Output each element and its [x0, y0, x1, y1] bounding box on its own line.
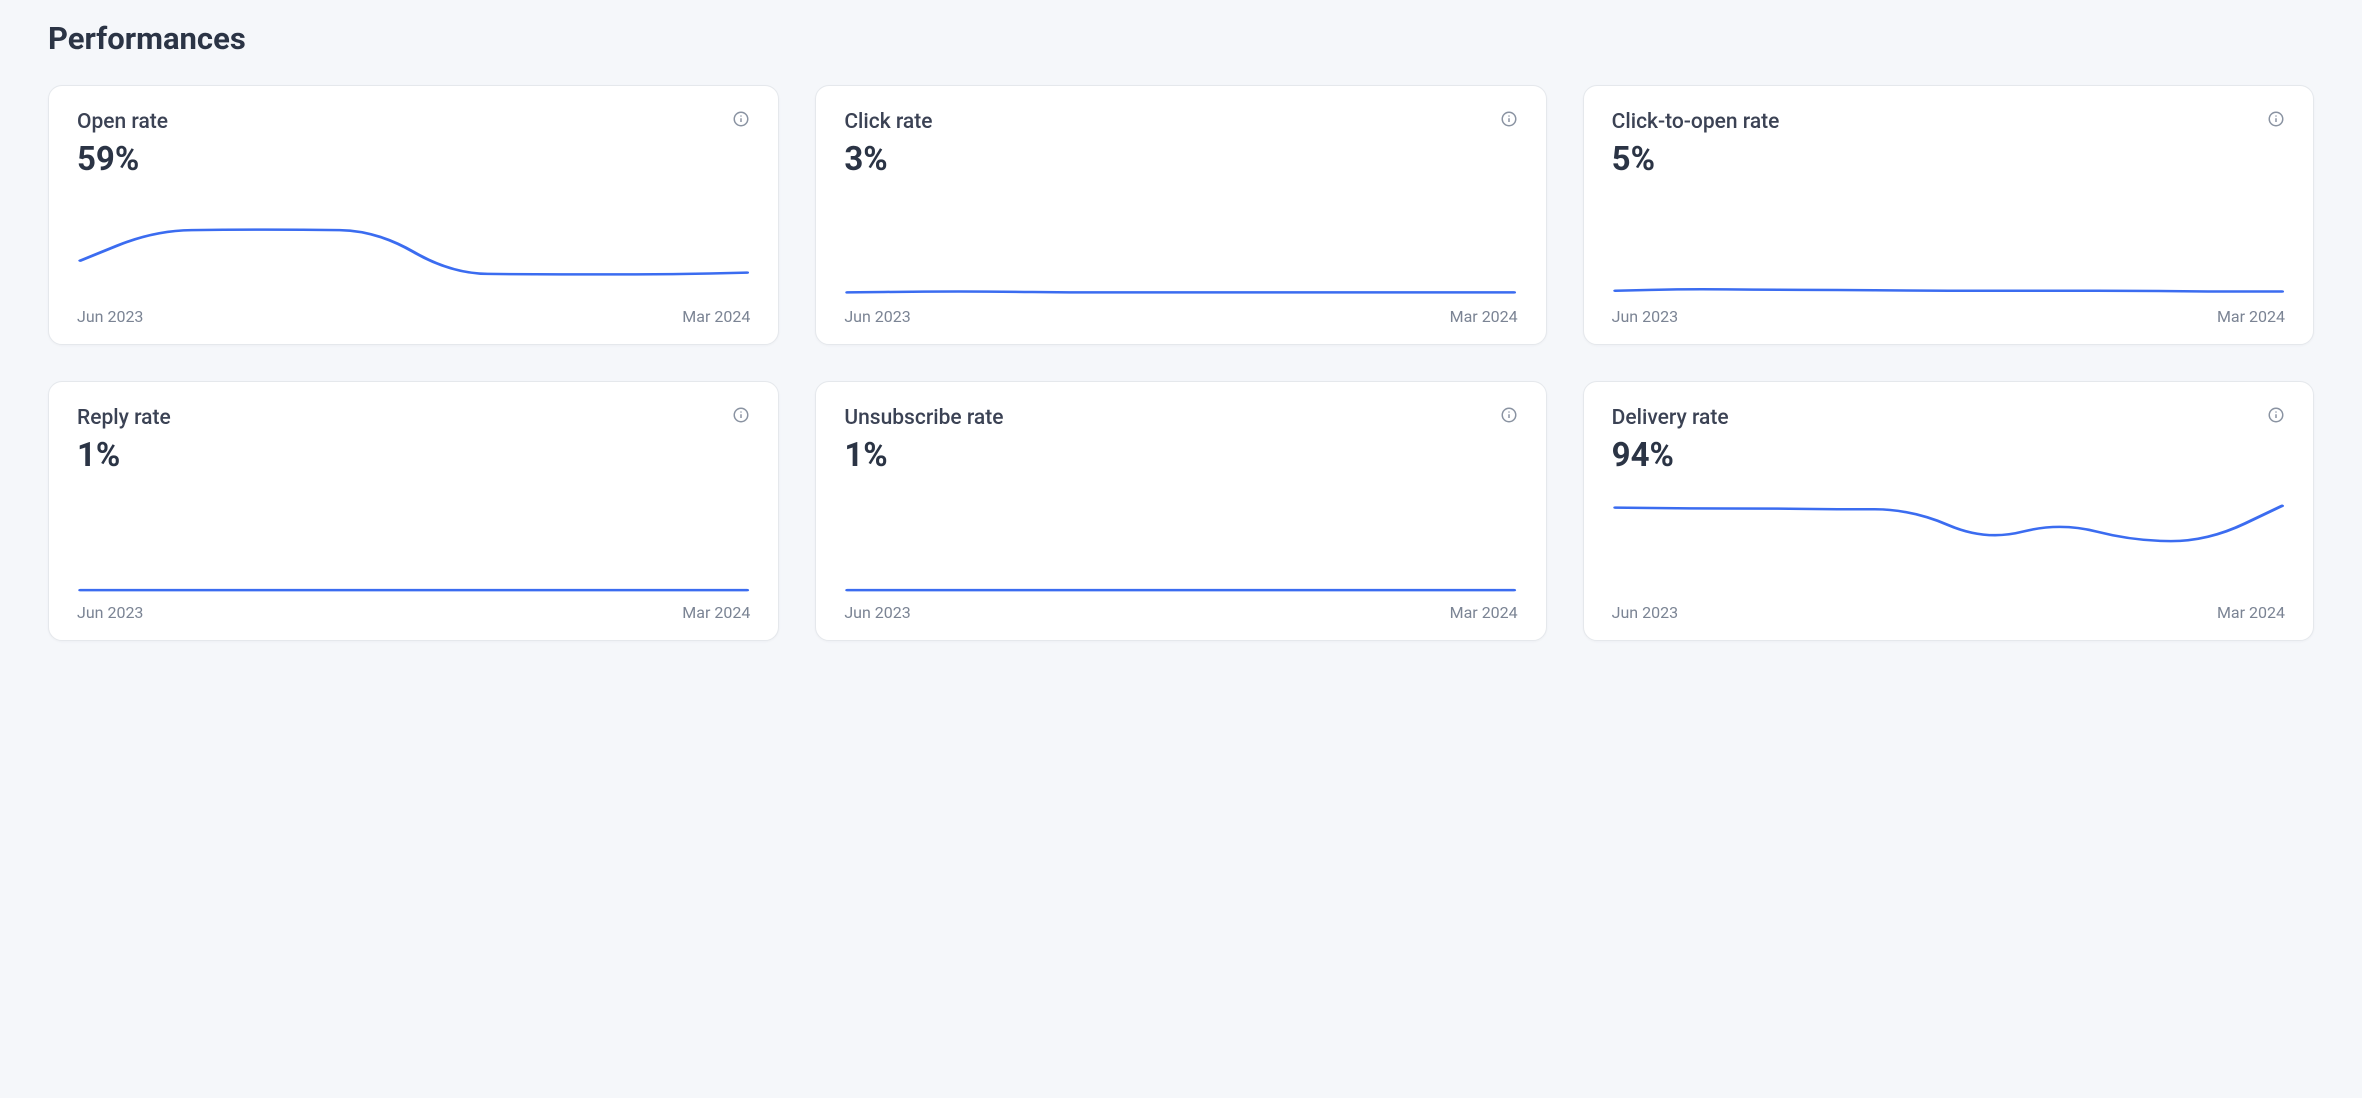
axis-end-label: Mar 2024 — [2217, 307, 2285, 326]
sparkline — [77, 207, 750, 297]
sparkline — [844, 207, 1517, 297]
card-header: Reply rate 1% — [77, 406, 750, 475]
sparkline — [1612, 207, 2285, 297]
info-icon[interactable] — [1500, 110, 1518, 128]
axis-end-label: Mar 2024 — [682, 603, 750, 622]
info-icon[interactable] — [732, 406, 750, 424]
card-header: Click rate 3% — [844, 110, 1517, 179]
metric-title: Delivery rate — [1612, 406, 1729, 430]
metric-title: Reply rate — [77, 406, 171, 430]
axis-start-label: Jun 2023 — [844, 307, 910, 326]
metric-card-click-rate: Click rate 3% Jun 2023 Mar 2024 — [815, 85, 1546, 345]
metric-card-unsubscribe-rate: Unsubscribe rate 1% Jun 2023 Mar 2024 — [815, 381, 1546, 641]
chart-area: Jun 2023 Mar 2024 — [1612, 503, 2285, 622]
chart-area: Jun 2023 Mar 2024 — [1612, 207, 2285, 326]
metric-value: 59% — [77, 140, 168, 179]
metric-value: 94% — [1612, 436, 1729, 475]
info-icon[interactable] — [1500, 406, 1518, 424]
axis-end-label: Mar 2024 — [1450, 307, 1518, 326]
chart-area: Jun 2023 Mar 2024 — [77, 207, 750, 326]
sparkline — [1612, 503, 2285, 593]
axis-start-label: Jun 2023 — [77, 307, 143, 326]
metric-title: Open rate — [77, 110, 168, 134]
card-header: Open rate 59% — [77, 110, 750, 179]
metric-value: 3% — [844, 140, 932, 179]
axis-start-label: Jun 2023 — [1612, 307, 1678, 326]
axis-end-label: Mar 2024 — [682, 307, 750, 326]
page-title: Performances — [48, 20, 2314, 57]
metric-title: Click rate — [844, 110, 932, 134]
metric-title: Unsubscribe rate — [844, 406, 1003, 430]
metric-card-delivery-rate: Delivery rate 94% Jun 2023 Mar 2024 — [1583, 381, 2314, 641]
axis-start-label: Jun 2023 — [1612, 603, 1678, 622]
axis-start-label: Jun 2023 — [77, 603, 143, 622]
card-header: Delivery rate 94% — [1612, 406, 2285, 475]
chart-area: Jun 2023 Mar 2024 — [844, 207, 1517, 326]
info-icon[interactable] — [2267, 110, 2285, 128]
metric-title: Click-to-open rate — [1612, 110, 1780, 134]
info-icon[interactable] — [2267, 406, 2285, 424]
sparkline — [77, 503, 750, 593]
chart-area: Jun 2023 Mar 2024 — [844, 503, 1517, 622]
axis-end-label: Mar 2024 — [2217, 603, 2285, 622]
card-header: Click-to-open rate 5% — [1612, 110, 2285, 179]
metric-card-click-to-open: Click-to-open rate 5% Jun 2023 Mar 2024 — [1583, 85, 2314, 345]
chart-area: Jun 2023 Mar 2024 — [77, 503, 750, 622]
metric-value: 1% — [844, 436, 1003, 475]
axis-end-label: Mar 2024 — [1450, 603, 1518, 622]
card-header: Unsubscribe rate 1% — [844, 406, 1517, 475]
metric-value: 5% — [1612, 140, 1780, 179]
axis-start-label: Jun 2023 — [844, 603, 910, 622]
metric-value: 1% — [77, 436, 171, 475]
metric-card-open-rate: Open rate 59% Jun 2023 Mar 2024 — [48, 85, 779, 345]
metric-card-reply-rate: Reply rate 1% Jun 2023 Mar 2024 — [48, 381, 779, 641]
info-icon[interactable] — [732, 110, 750, 128]
sparkline — [844, 503, 1517, 593]
